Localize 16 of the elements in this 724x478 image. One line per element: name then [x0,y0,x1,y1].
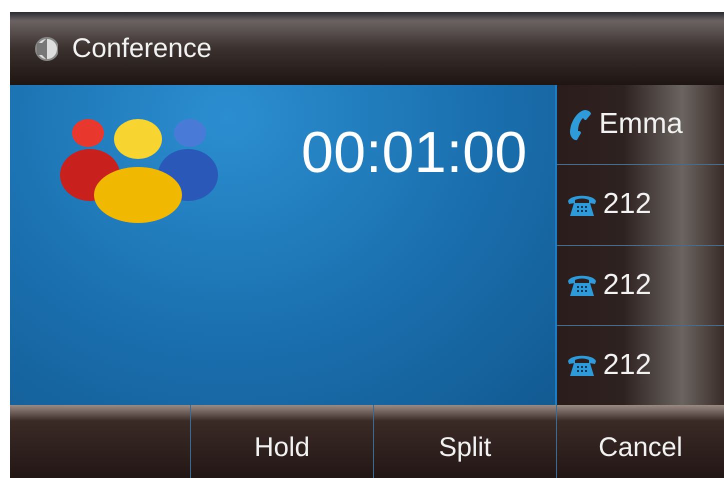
participant-label: Emma [599,108,683,142]
participant-label: 212 [603,348,652,382]
desk-phone-icon [567,273,597,298]
participant-label: 212 [603,268,652,302]
participant-item[interactable]: 212 [557,326,724,405]
desk-phone-icon [567,353,597,378]
participant-item[interactable]: 212 [557,246,724,326]
handset-icon [567,108,593,142]
screen-title: Conference [72,33,212,64]
participant-item[interactable]: 212 [557,165,724,246]
participant-label: 212 [603,188,652,222]
softkey-button[interactable]: Cancel [556,405,724,478]
participant-item[interactable]: Emma [557,85,724,166]
call-timer: 00:01:00 [301,119,527,186]
softkey-button[interactable]: Split [373,405,556,478]
softkey-button[interactable]: Hold [190,405,373,478]
